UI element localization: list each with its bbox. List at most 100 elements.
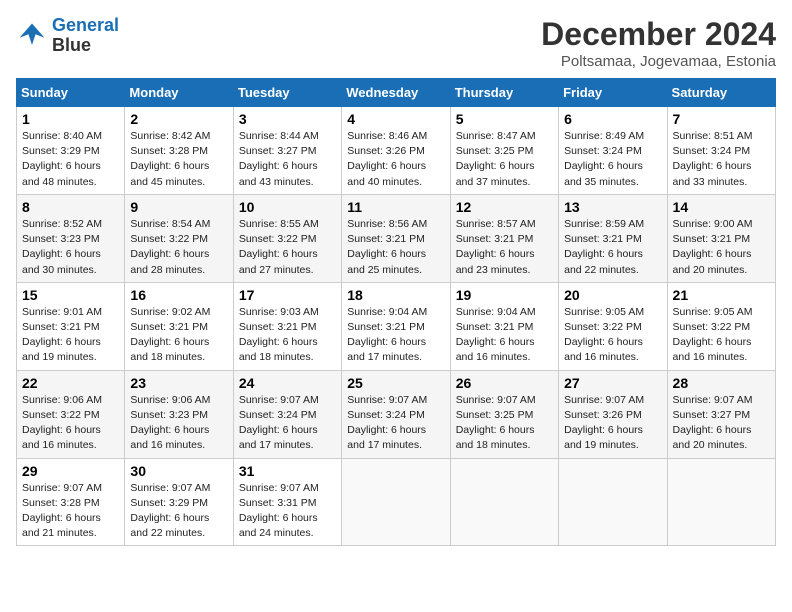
page-header: General Blue December 2024 Poltsamaa, Jo… — [16, 16, 776, 70]
calendar-header: SundayMondayTuesdayWednesdayThursdayFrid… — [17, 79, 776, 107]
day-info: Sunrise: 8:56 AM Sunset: 3:21 PM Dayligh… — [347, 217, 444, 278]
day-number: 29 — [22, 463, 119, 479]
day-info: Sunrise: 9:07 AM Sunset: 3:26 PM Dayligh… — [564, 393, 661, 454]
day-number: 17 — [239, 287, 336, 303]
sunrise-text: Sunrise: 9:07 AM — [564, 393, 661, 408]
sunrise-text: Sunrise: 8:59 AM — [564, 217, 661, 232]
daylight-text: Daylight: 6 hours and 37 minutes. — [456, 159, 553, 189]
sunset-text: Sunset: 3:26 PM — [564, 408, 661, 423]
calendar-week-row: 8 Sunrise: 8:52 AM Sunset: 3:23 PM Dayli… — [17, 194, 776, 282]
day-number: 18 — [347, 287, 444, 303]
daylight-text: Daylight: 6 hours and 30 minutes. — [22, 247, 119, 277]
calendar-cell — [342, 458, 450, 546]
sunrise-text: Sunrise: 9:05 AM — [673, 305, 770, 320]
daylight-text: Daylight: 6 hours and 25 minutes. — [347, 247, 444, 277]
sunrise-text: Sunrise: 9:07 AM — [239, 481, 336, 496]
sunset-text: Sunset: 3:21 PM — [456, 232, 553, 247]
sunrise-text: Sunrise: 8:42 AM — [130, 129, 227, 144]
daylight-text: Daylight: 6 hours and 22 minutes. — [130, 511, 227, 541]
daylight-text: Daylight: 6 hours and 17 minutes. — [347, 335, 444, 365]
day-number: 1 — [22, 111, 119, 127]
sunset-text: Sunset: 3:24 PM — [673, 144, 770, 159]
day-number: 12 — [456, 199, 553, 215]
day-info: Sunrise: 9:07 AM Sunset: 3:29 PM Dayligh… — [130, 481, 227, 542]
daylight-text: Daylight: 6 hours and 20 minutes. — [673, 247, 770, 277]
calendar-cell — [667, 458, 775, 546]
calendar-week-row: 22 Sunrise: 9:06 AM Sunset: 3:22 PM Dayl… — [17, 370, 776, 458]
day-info: Sunrise: 8:52 AM Sunset: 3:23 PM Dayligh… — [22, 217, 119, 278]
day-info: Sunrise: 9:07 AM Sunset: 3:31 PM Dayligh… — [239, 481, 336, 542]
day-of-week-header: Wednesday — [342, 79, 450, 107]
sunset-text: Sunset: 3:21 PM — [347, 320, 444, 335]
day-info: Sunrise: 8:40 AM Sunset: 3:29 PM Dayligh… — [22, 129, 119, 190]
day-info: Sunrise: 8:49 AM Sunset: 3:24 PM Dayligh… — [564, 129, 661, 190]
daylight-text: Daylight: 6 hours and 18 minutes. — [239, 335, 336, 365]
daylight-text: Daylight: 6 hours and 18 minutes. — [456, 423, 553, 453]
day-info: Sunrise: 9:07 AM Sunset: 3:24 PM Dayligh… — [239, 393, 336, 454]
day-info: Sunrise: 9:07 AM Sunset: 3:28 PM Dayligh… — [22, 481, 119, 542]
day-info: Sunrise: 9:02 AM Sunset: 3:21 PM Dayligh… — [130, 305, 227, 366]
sunrise-text: Sunrise: 8:47 AM — [456, 129, 553, 144]
daylight-text: Daylight: 6 hours and 24 minutes. — [239, 511, 336, 541]
sunrise-text: Sunrise: 9:07 AM — [673, 393, 770, 408]
day-number: 5 — [456, 111, 553, 127]
day-number: 22 — [22, 375, 119, 391]
daylight-text: Daylight: 6 hours and 16 minutes. — [673, 335, 770, 365]
calendar-cell: 4 Sunrise: 8:46 AM Sunset: 3:26 PM Dayli… — [342, 107, 450, 195]
sunset-text: Sunset: 3:27 PM — [239, 144, 336, 159]
calendar-cell: 17 Sunrise: 9:03 AM Sunset: 3:21 PM Dayl… — [233, 282, 341, 370]
day-number: 14 — [673, 199, 770, 215]
day-of-week-header: Thursday — [450, 79, 558, 107]
calendar-cell: 6 Sunrise: 8:49 AM Sunset: 3:24 PM Dayli… — [559, 107, 667, 195]
calendar-cell: 28 Sunrise: 9:07 AM Sunset: 3:27 PM Dayl… — [667, 370, 775, 458]
day-number: 8 — [22, 199, 119, 215]
sunset-text: Sunset: 3:23 PM — [22, 232, 119, 247]
day-info: Sunrise: 9:04 AM Sunset: 3:21 PM Dayligh… — [456, 305, 553, 366]
day-number: 10 — [239, 199, 336, 215]
day-info: Sunrise: 9:07 AM Sunset: 3:25 PM Dayligh… — [456, 393, 553, 454]
day-number: 20 — [564, 287, 661, 303]
sunset-text: Sunset: 3:21 PM — [239, 320, 336, 335]
calendar-cell: 24 Sunrise: 9:07 AM Sunset: 3:24 PM Dayl… — [233, 370, 341, 458]
logo: General Blue — [16, 16, 119, 56]
daylight-text: Daylight: 6 hours and 16 minutes. — [130, 423, 227, 453]
sunrise-text: Sunrise: 8:56 AM — [347, 217, 444, 232]
sunrise-text: Sunrise: 9:06 AM — [22, 393, 119, 408]
daylight-text: Daylight: 6 hours and 23 minutes. — [456, 247, 553, 277]
day-number: 24 — [239, 375, 336, 391]
calendar-cell: 19 Sunrise: 9:04 AM Sunset: 3:21 PM Dayl… — [450, 282, 558, 370]
day-info: Sunrise: 9:04 AM Sunset: 3:21 PM Dayligh… — [347, 305, 444, 366]
day-number: 27 — [564, 375, 661, 391]
calendar-cell: 3 Sunrise: 8:44 AM Sunset: 3:27 PM Dayli… — [233, 107, 341, 195]
day-number: 11 — [347, 199, 444, 215]
calendar-cell: 10 Sunrise: 8:55 AM Sunset: 3:22 PM Dayl… — [233, 194, 341, 282]
sunset-text: Sunset: 3:26 PM — [347, 144, 444, 159]
sunset-text: Sunset: 3:22 PM — [239, 232, 336, 247]
day-number: 9 — [130, 199, 227, 215]
sunset-text: Sunset: 3:28 PM — [130, 144, 227, 159]
day-of-week-header: Tuesday — [233, 79, 341, 107]
sunrise-text: Sunrise: 9:07 AM — [456, 393, 553, 408]
sunrise-text: Sunrise: 9:06 AM — [130, 393, 227, 408]
sunrise-text: Sunrise: 9:00 AM — [673, 217, 770, 232]
sunset-text: Sunset: 3:21 PM — [347, 232, 444, 247]
sunset-text: Sunset: 3:22 PM — [22, 408, 119, 423]
location-subtitle: Poltsamaa, Jogevamaa, Estonia — [541, 53, 776, 70]
sunrise-text: Sunrise: 9:07 AM — [347, 393, 444, 408]
calendar-cell: 18 Sunrise: 9:04 AM Sunset: 3:21 PM Dayl… — [342, 282, 450, 370]
daylight-text: Daylight: 6 hours and 43 minutes. — [239, 159, 336, 189]
sunrise-text: Sunrise: 9:07 AM — [22, 481, 119, 496]
calendar-cell: 21 Sunrise: 9:05 AM Sunset: 3:22 PM Dayl… — [667, 282, 775, 370]
day-info: Sunrise: 9:05 AM Sunset: 3:22 PM Dayligh… — [673, 305, 770, 366]
daylight-text: Daylight: 6 hours and 28 minutes. — [130, 247, 227, 277]
daylight-text: Daylight: 6 hours and 33 minutes. — [673, 159, 770, 189]
calendar-table: SundayMondayTuesdayWednesdayThursdayFrid… — [16, 78, 776, 546]
day-info: Sunrise: 8:54 AM Sunset: 3:22 PM Dayligh… — [130, 217, 227, 278]
sunrise-text: Sunrise: 9:01 AM — [22, 305, 119, 320]
day-number: 28 — [673, 375, 770, 391]
sunset-text: Sunset: 3:21 PM — [130, 320, 227, 335]
sunset-text: Sunset: 3:28 PM — [22, 496, 119, 511]
day-info: Sunrise: 9:00 AM Sunset: 3:21 PM Dayligh… — [673, 217, 770, 278]
sunrise-text: Sunrise: 8:44 AM — [239, 129, 336, 144]
sunset-text: Sunset: 3:29 PM — [22, 144, 119, 159]
